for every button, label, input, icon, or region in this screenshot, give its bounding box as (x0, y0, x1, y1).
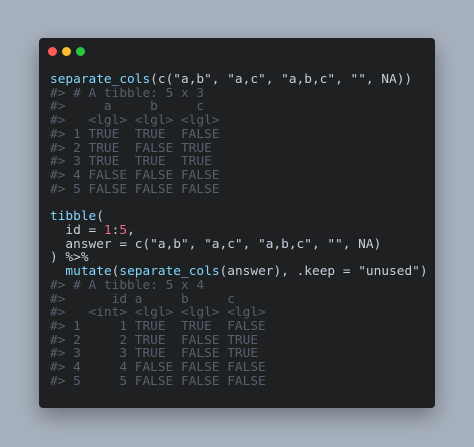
output-line: #> id a b c (50, 291, 235, 307)
output-line: #> 1 TRUE TRUE FALSE (50, 126, 220, 142)
output-line: #> # A tibble: 5 x 4 (50, 277, 205, 293)
code-text: (c("a,b", "a,c", "a,b,c", "", NA)) (150, 72, 413, 87)
output-line: #> 3 3 TRUE FALSE TRUE (50, 346, 259, 362)
minimize-dot-icon[interactable] (62, 47, 71, 56)
code-text: (answer), .keep = "unused") (219, 264, 428, 280)
output-line: #> 5 5 FALSE FALSE FALSE (50, 373, 266, 389)
code-block: separate_cols(c("a,b", "a,c", "a,b,c", "… (50, 73, 428, 389)
code-line: mutate(separate_cols(answer), .keep = "u… (50, 264, 428, 280)
code-text: , (127, 222, 135, 238)
output-line: #> <lgl> <lgl> <lgl> (50, 113, 220, 129)
output-line: #> a b c (50, 99, 205, 115)
output-line: #> 5 FALSE FALSE FALSE (50, 181, 220, 197)
output-line: #> 2 2 TRUE FALSE TRUE (50, 332, 259, 348)
output-line: #> 4 4 FALSE FALSE FALSE (50, 360, 266, 376)
code-line: separate_cols(c("a,b", "a,c", "a,b,c", "… (50, 73, 428, 87)
number-literal: 1 (103, 222, 112, 238)
window-controls (48, 47, 85, 56)
maximize-dot-icon[interactable] (76, 47, 85, 56)
code-line: id = 1:5, (50, 224, 428, 238)
close-dot-icon[interactable] (48, 47, 57, 56)
output-line: #> 1 1 TRUE TRUE FALSE (50, 318, 266, 334)
function-name: mutate (65, 264, 112, 280)
output-line: #> 4 FALSE FALSE FALSE (50, 168, 220, 184)
code-line: tibble( (50, 210, 428, 224)
code-text: id = (50, 222, 104, 238)
output-line: #> 3 TRUE TRUE TRUE (50, 154, 212, 170)
function-name: separate_cols (50, 72, 151, 87)
code-line: ) %>% (50, 250, 89, 266)
function-name: separate_cols (119, 264, 220, 280)
number-literal: 5 (119, 222, 128, 238)
output-line: #> <int> <lgl> <lgl> <lgl> (50, 305, 266, 321)
code-window: separate_cols(c("a,b", "a,c", "a,b,c", "… (39, 38, 435, 408)
output-line: #> 2 TRUE FALSE TRUE (50, 140, 212, 156)
code-line: answer = c("a,b", "a,c", "a,b,c", "", NA… (50, 236, 382, 252)
output-line: #> # A tibble: 5 x 3 (50, 85, 205, 101)
